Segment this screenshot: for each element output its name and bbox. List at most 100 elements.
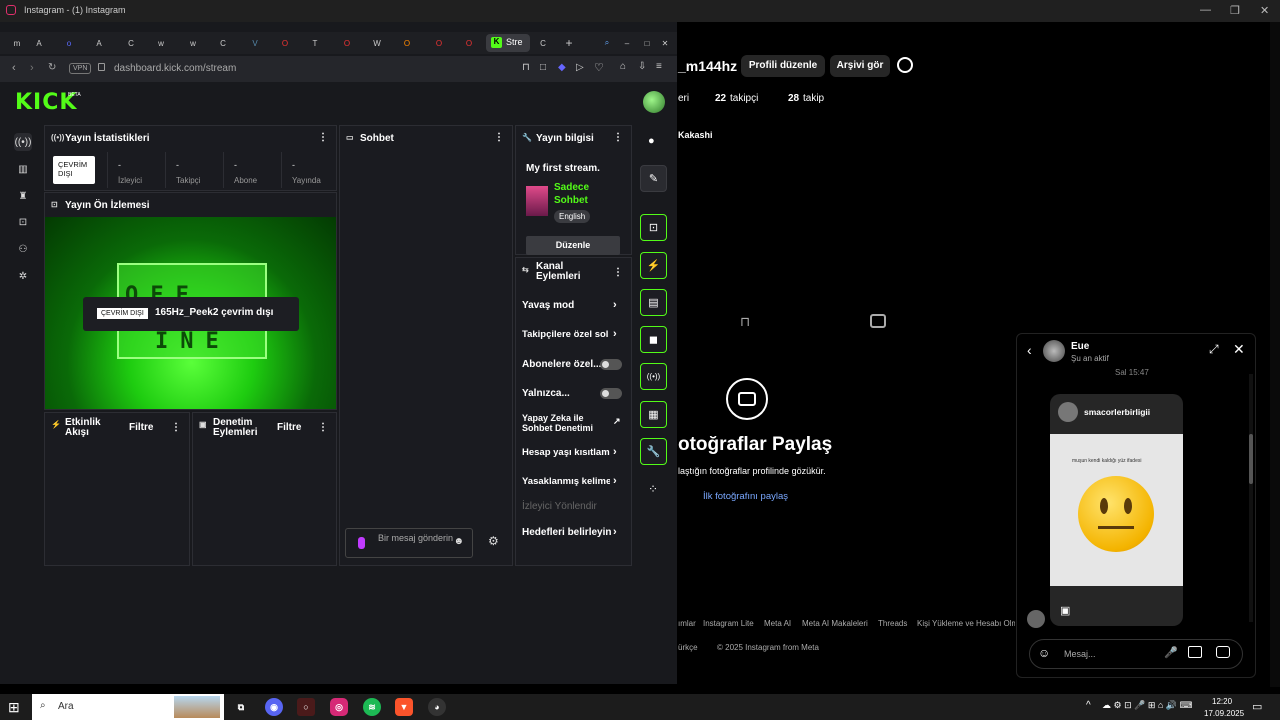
tab-9[interactable]: V — [248, 36, 262, 50]
emotes-only-item[interactable]: Yalnızca... — [522, 388, 570, 399]
minimize-icon[interactable]: — — [1200, 4, 1211, 16]
dm-close-icon[interactable]: ✕ — [1233, 341, 1245, 358]
broadcast-icon[interactable]: ((•)) — [640, 363, 667, 390]
footer-link[interactable]: Kişi Yükleme ve Hesabı Olma — [917, 619, 1015, 628]
screenshot-icon[interactable]: □ — [540, 62, 546, 73]
search-tabs-icon[interactable]: ⌕ — [600, 36, 614, 50]
tab-15[interactable]: O — [432, 36, 446, 50]
back-icon[interactable]: ‹ — [12, 62, 16, 74]
tab-3[interactable]: o — [62, 36, 76, 50]
menu-icon[interactable]: ≡ — [656, 61, 662, 72]
external-link-icon[interactable]: ↗ — [613, 416, 621, 427]
followers-only-item[interactable]: Takipçilere özel sol — [522, 329, 610, 340]
browser-close-icon[interactable]: ✕ — [658, 36, 672, 50]
reel-author[interactable]: smacorlerbirligii — [1084, 407, 1150, 417]
chevron-right-icon[interactable]: › — [613, 328, 617, 340]
chat-settings-icon[interactable]: ⚙ — [488, 534, 499, 548]
close-icon[interactable]: ✕ — [1260, 4, 1269, 17]
tab-17[interactable]: C — [536, 36, 550, 50]
slow-mode-item[interactable]: Yavaş mod — [522, 300, 574, 311]
share-first-photo-link[interactable]: İlk fotoğrafını paylaş — [703, 491, 788, 502]
ai-moderation-item[interactable]: Yapay Zeka ile Sohbet Denetimi — [522, 413, 604, 433]
nav-clips-icon[interactable]: ⊡ — [14, 213, 32, 231]
nav-community-icon[interactable]: ⚇ — [14, 240, 32, 258]
info-icon[interactable]: ● — [648, 135, 655, 147]
tray-icons[interactable]: ☁ ⚙ ⊡ 🎤 ⊞ ⌂ 🔊 ⌨ — [1102, 700, 1193, 711]
view-archive-button[interactable]: Arşivi gör — [830, 55, 890, 77]
vpn-badge[interactable]: VPN — [69, 63, 92, 74]
poll-icon[interactable]: ▤ — [640, 289, 667, 316]
followers-label[interactable]: takipçi — [730, 93, 758, 104]
tab-6[interactable]: w — [154, 36, 168, 50]
play-icon[interactable]: ▷ — [576, 62, 584, 73]
expand-icon[interactable]: ⤢ — [1209, 342, 1219, 357]
new-tab-icon[interactable]: + — [562, 36, 576, 50]
footer-link[interactable]: Threads — [878, 619, 907, 628]
chevron-right-icon[interactable]: › — [613, 475, 617, 487]
chat-more-icon[interactable]: ⋮ — [494, 132, 504, 143]
raid-icon[interactable]: ▦ — [640, 401, 667, 428]
dm-back-icon[interactable]: ‹ — [1027, 342, 1032, 358]
nav-analytics-icon[interactable]: ▥ — [14, 160, 32, 178]
chevron-right-icon[interactable]: › — [613, 526, 617, 538]
tab-10[interactable]: O — [278, 36, 292, 50]
tab-8[interactable]: C — [216, 36, 230, 50]
shared-reel-card[interactable]: smacorlerbirligii muşun kendi kaldığı yü… — [1050, 394, 1183, 626]
brave-icon[interactable]: ▼ — [395, 698, 413, 716]
nav-trophy-icon[interactable]: ♜ — [14, 187, 32, 205]
following-label[interactable]: takip — [803, 93, 824, 104]
tray-date[interactable]: 17.09.2025 — [1204, 709, 1244, 718]
maximize-icon[interactable]: ❐ — [1230, 4, 1240, 17]
tray-chevron-icon[interactable]: ^ — [1086, 700, 1091, 711]
url-field[interactable]: VPN dashboard.kick.com/stream — [66, 60, 516, 78]
followers-count[interactable]: 22 — [715, 93, 726, 104]
forward-icon[interactable]: › — [30, 62, 34, 74]
notifications-icon[interactable]: ▭ — [1252, 700, 1262, 713]
task-view-icon[interactable]: ⧉ — [232, 698, 250, 716]
chevron-right-icon[interactable]: › — [613, 299, 617, 311]
page-scrollbar[interactable] — [1270, 22, 1280, 687]
windows-start-icon[interactable]: ⊞ — [8, 699, 20, 716]
footer-link[interactable]: Instagram Lite — [703, 619, 754, 628]
moderation-filter-button[interactable]: Filtre — [277, 422, 301, 433]
footer-link[interactable]: ımlar — [678, 619, 696, 628]
browser-maximize-icon[interactable]: □ — [640, 36, 654, 50]
dm-emoji-icon[interactable]: ☺ — [1038, 646, 1050, 660]
footer-link[interactable]: Meta AI Makaleleri — [802, 619, 868, 628]
banned-words-item[interactable]: Yasaklanmış kelime — [522, 476, 610, 487]
tab-7[interactable]: w — [186, 36, 200, 50]
tab-14[interactable]: O — [400, 36, 414, 50]
chat-bubble-icon[interactable]: ◼ — [640, 326, 667, 353]
account-age-item[interactable]: Hesap yaşı kısıtlam — [522, 447, 610, 458]
wrench-action-icon[interactable]: 🔧 — [640, 438, 667, 465]
microphone-icon[interactable]: 🎤 — [1164, 646, 1178, 659]
footer-link[interactable]: Meta AI — [764, 619, 791, 628]
edit-profile-button[interactable]: Profili düzenle — [741, 55, 825, 77]
image-icon[interactable] — [1188, 646, 1202, 658]
activity-more-icon[interactable]: ⋮ — [171, 422, 181, 433]
sticker-icon[interactable] — [1216, 646, 1230, 658]
tab-1[interactable]: m — [10, 36, 24, 50]
pencil-icon[interactable]: ✎ — [640, 165, 667, 192]
heart-icon[interactable]: ♡ — [594, 61, 604, 74]
active-tab[interactable]: K Stre — [486, 34, 530, 52]
spotify-icon[interactable]: ≋ — [363, 698, 381, 716]
tab-16[interactable]: O — [462, 36, 476, 50]
user-avatar[interactable] — [643, 91, 665, 113]
emotes-only-toggle[interactable] — [600, 388, 622, 399]
activity-filter-button[interactable]: Filtre — [129, 422, 153, 433]
clip-icon[interactable]: ⊡ — [640, 214, 667, 241]
instagram-taskbar-icon[interactable]: ◎ — [330, 698, 348, 716]
nav-settings-icon[interactable]: ✲ — [14, 267, 32, 285]
emoji-icon[interactable]: ☻ — [453, 537, 464, 547]
nav-stream-icon[interactable]: ((•)) — [14, 133, 32, 151]
edit-button[interactable]: Düzenle — [526, 236, 620, 255]
shield-icon[interactable]: ◆ — [558, 62, 566, 73]
chevron-right-icon[interactable]: › — [613, 446, 617, 458]
taskbar-search[interactable]: ⌕ Ara — [32, 694, 224, 720]
tab-13[interactable]: W — [370, 36, 384, 50]
moderation-more-icon[interactable]: ⋮ — [318, 422, 328, 433]
settings-gear-icon[interactable] — [897, 57, 913, 73]
dm-contact-name[interactable]: Eue — [1071, 341, 1089, 352]
info-more-icon[interactable]: ⋮ — [613, 132, 623, 143]
